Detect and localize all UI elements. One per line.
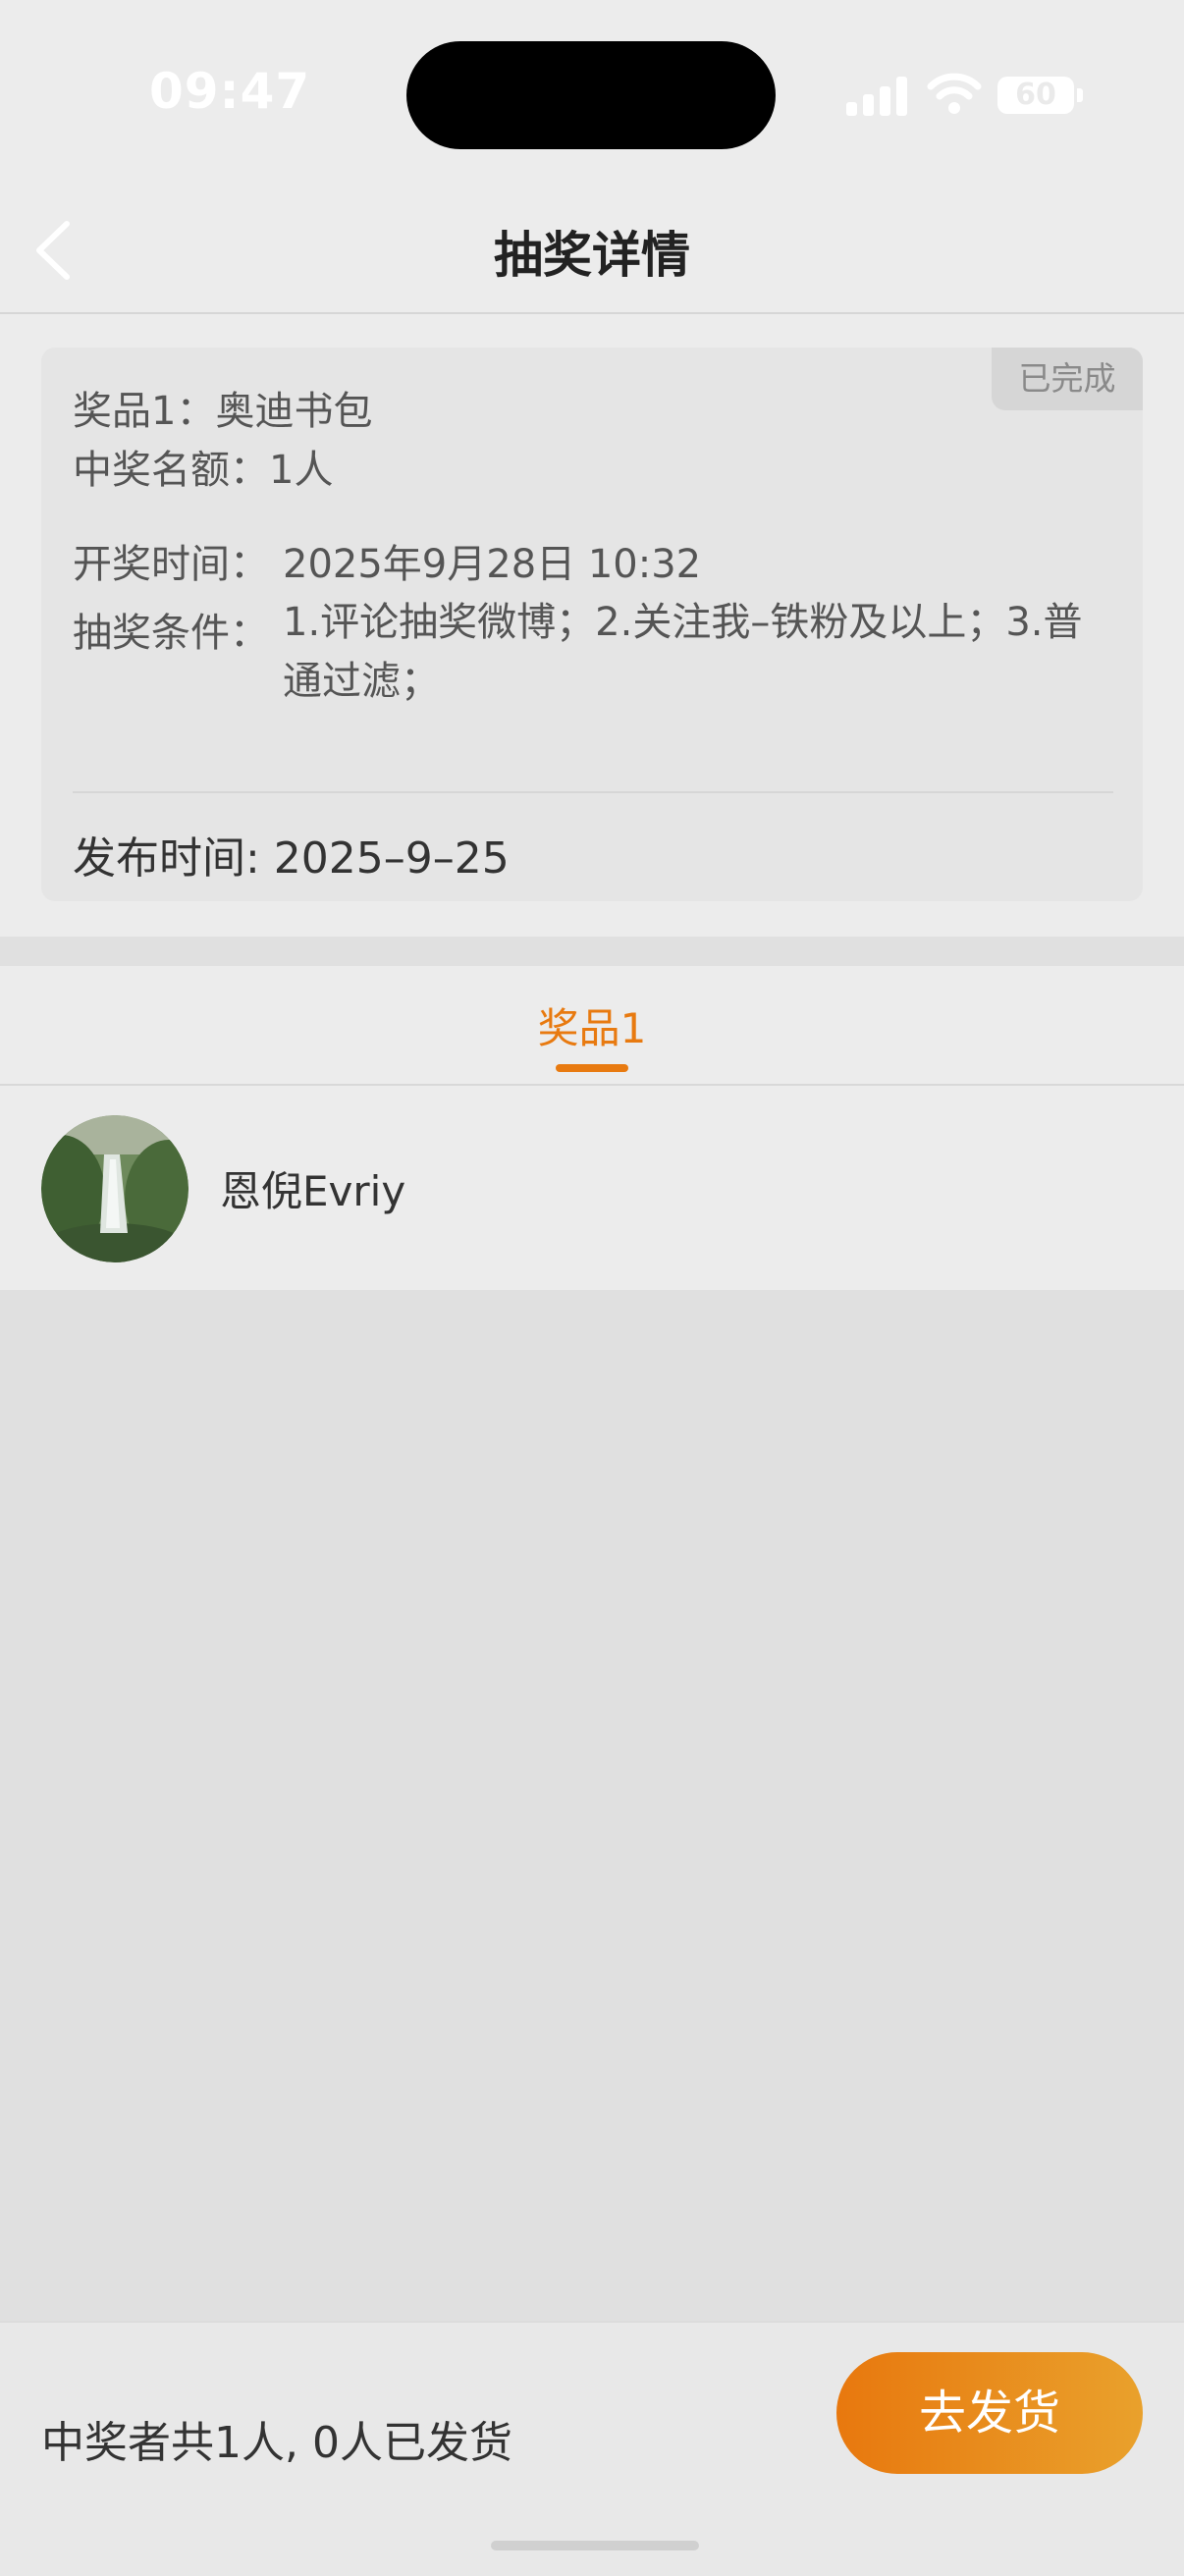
winner-list-item[interactable]: 恩倪Evriy bbox=[0, 1086, 1184, 1290]
footer-bar: 中奖者共1人, 0人已发货 去发货 bbox=[0, 2321, 1184, 2576]
page-title: 抽奖详情 bbox=[494, 227, 690, 284]
draw-time-label: 开奖时间： bbox=[73, 542, 269, 587]
lottery-info-section: 已完成 奖品1：奥迪书包 中奖名额：1人 开奖时间： 2025年9月28日 10… bbox=[0, 314, 1184, 937]
condition-value: 1.评论抽奖微博；2.关注我–铁粉及以上；3.普通过滤； bbox=[283, 600, 1083, 704]
quota-line: 中奖名额：1人 bbox=[73, 448, 334, 493]
card-divider bbox=[73, 791, 1113, 793]
cellular-signal-icon bbox=[846, 77, 907, 116]
status-time: 09:47 bbox=[149, 63, 311, 120]
battery-tip bbox=[1077, 88, 1083, 102]
status-bar: 09:47 60 bbox=[0, 0, 1184, 187]
status-badge: 已完成 bbox=[992, 348, 1143, 410]
draw-time-value: 2025年9月28日 10:32 bbox=[283, 542, 702, 587]
dynamic-island bbox=[406, 41, 776, 149]
battery-icon: 60 bbox=[997, 77, 1074, 114]
avatar[interactable] bbox=[41, 1115, 188, 1262]
navigation-bar: 抽奖详情 bbox=[0, 187, 1184, 314]
ship-button[interactable]: 去发货 bbox=[836, 2352, 1143, 2474]
shipping-summary: 中奖者共1人, 0人已发货 bbox=[41, 2418, 512, 2468]
condition-label: 抽奖条件： bbox=[73, 611, 269, 656]
prize-tabs: 奖品1 bbox=[0, 966, 1184, 1086]
wifi-icon bbox=[927, 73, 982, 114]
tab-prize-1[interactable]: 奖品1 bbox=[0, 995, 1184, 1055]
prize-line: 奖品1：奥迪书包 bbox=[73, 389, 373, 434]
lottery-info-card: 已完成 奖品1：奥迪书包 中奖名额：1人 开奖时间： 2025年9月28日 10… bbox=[41, 348, 1143, 901]
active-tab-indicator bbox=[556, 1064, 628, 1072]
home-indicator bbox=[491, 2541, 699, 2550]
winner-name: 恩倪Evriy bbox=[220, 1167, 406, 1215]
publish-time: 发布时间: 2025–9–25 bbox=[73, 833, 510, 884]
